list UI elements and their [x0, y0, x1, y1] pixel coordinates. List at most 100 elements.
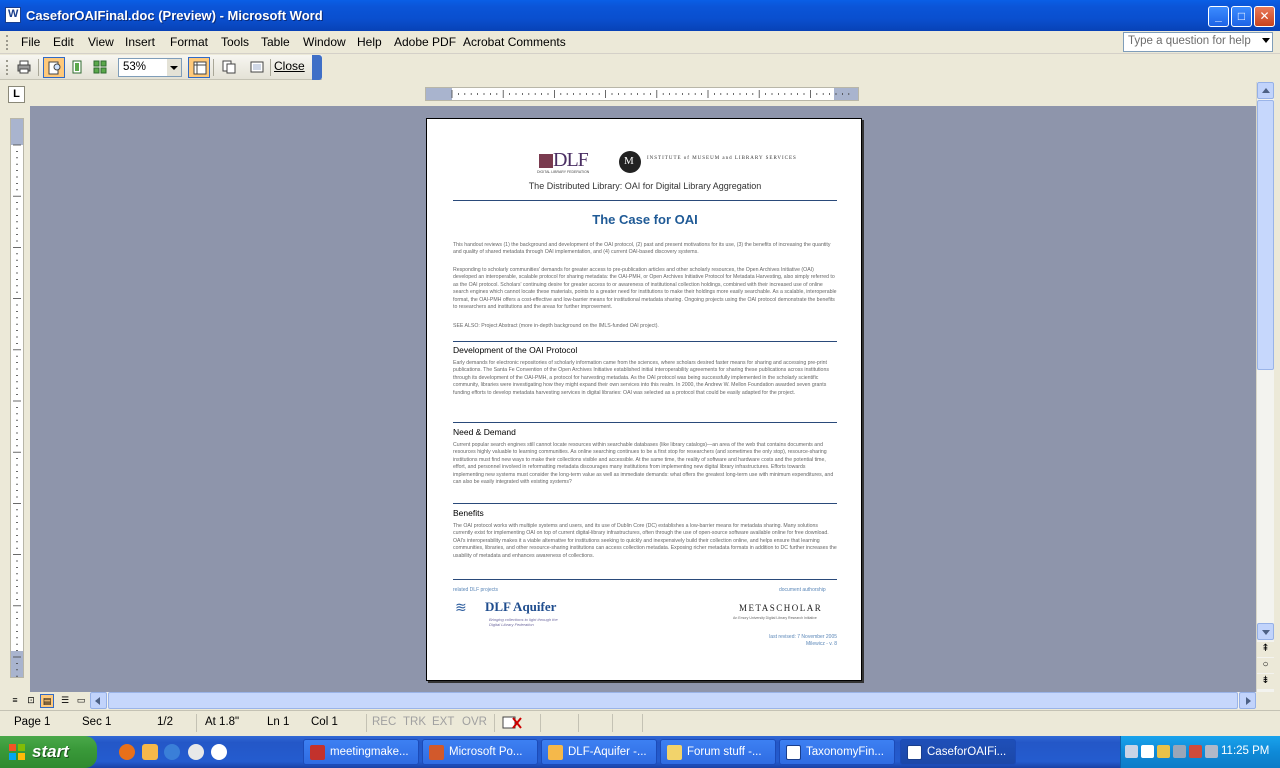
close-window-button[interactable]: ✕ [1254, 6, 1275, 27]
minimize-button[interactable]: _ [1208, 6, 1229, 27]
clock-app-icon[interactable] [142, 744, 158, 760]
status-column: Col 1 [311, 716, 338, 728]
related-projects-link[interactable]: related DLF projects [453, 587, 498, 593]
task-dlf-aquifer[interactable]: DLF-Aquifer -... [541, 739, 657, 765]
tray-icon[interactable] [1141, 745, 1154, 758]
close-preview-button[interactable]: Close [274, 59, 305, 73]
multiple-pages-button[interactable] [89, 57, 111, 78]
help-question-box[interactable]: Type a question for help [1123, 32, 1273, 52]
magnifier-button[interactable] [43, 57, 65, 78]
section-heading: Need & Demand [453, 427, 516, 437]
status-rec[interactable]: REC [372, 716, 396, 728]
aquifer-wave-icon: ≋ [455, 599, 467, 615]
status-ext[interactable]: EXT [432, 716, 454, 728]
view-ruler-button[interactable] [188, 57, 210, 78]
menu-acrobat-comments[interactable]: Acrobat Comments [463, 35, 566, 49]
menu-insert[interactable]: Insert [125, 35, 155, 49]
full-screen-icon [250, 61, 264, 73]
tab-selector[interactable]: L [8, 86, 25, 103]
ruler-ticks [451, 90, 850, 98]
spelling-status-icon[interactable] [502, 716, 522, 730]
print-button[interactable] [13, 57, 35, 78]
menu-view[interactable]: View [88, 35, 114, 49]
next-page-button[interactable]: ⇟ [1257, 674, 1274, 689]
dlf-logo-subtext: DIGITAL LIBRARY FEDERATION [537, 170, 590, 174]
toolbar-grip[interactable] [6, 60, 9, 75]
vertical-scrollbar[interactable]: ⇞ ○ ⇟ [1256, 82, 1274, 692]
clock-icon[interactable] [211, 744, 227, 760]
chevron-down-icon[interactable] [167, 59, 181, 76]
envelope-icon [667, 745, 682, 760]
start-button[interactable]: start [0, 736, 97, 768]
select-browse-object-button[interactable]: ○ [1257, 658, 1274, 673]
horizontal-ruler[interactable] [425, 87, 859, 101]
task-powerpoint[interactable]: Microsoft Po... [422, 739, 538, 765]
tray-icon[interactable] [1157, 745, 1170, 758]
menu-table[interactable]: Table [261, 35, 290, 49]
task-meetingmaker[interactable]: meetingmake... [303, 739, 419, 765]
horizontal-scroll-thumb[interactable] [108, 692, 1238, 709]
status-ovr[interactable]: OVR [462, 716, 487, 728]
scroll-down-button[interactable] [1257, 623, 1274, 640]
title-bar[interactable]: CaseforOAIFinal.doc (Preview) - Microsof… [0, 0, 1280, 31]
scroll-right-button[interactable] [1239, 692, 1256, 709]
menu-format[interactable]: Format [170, 35, 208, 49]
vertical-scroll-thumb[interactable] [1257, 100, 1274, 370]
section-paragraph: Early demands for electronic repositorie… [453, 360, 829, 396]
document-area[interactable]: DLF DIGITAL LIBRARY FEDERATION INSTITUTE… [30, 106, 1256, 692]
dlf-logo-mark [539, 154, 553, 168]
clock: 11:25 PM [1221, 745, 1270, 757]
chevron-down-icon[interactable] [1262, 38, 1270, 43]
zoom-combo[interactable]: 53% [118, 58, 182, 77]
menu-window[interactable]: Window [303, 35, 346, 49]
imls-logo [619, 151, 641, 173]
status-line: Ln 1 [267, 716, 290, 728]
scroll-up-button[interactable] [1257, 82, 1274, 99]
menu-edit[interactable]: Edit [53, 35, 74, 49]
outline-view-button[interactable]: ☰ [58, 694, 72, 708]
word-app-icon[interactable] [5, 7, 21, 23]
section-paragraph: The OAI protocol works with multiple sys… [453, 523, 837, 559]
menu-adobe-pdf[interactable]: Adobe PDF [394, 35, 456, 49]
document-page[interactable]: DLF DIGITAL LIBRARY FEDERATION INSTITUTE… [426, 118, 862, 681]
print-layout-button[interactable]: ▤ [40, 694, 54, 708]
browser-icon[interactable] [164, 744, 180, 760]
menu-tools[interactable]: Tools [221, 35, 249, 49]
status-separator [494, 714, 495, 732]
shrink-to-fit-icon [222, 60, 236, 74]
document-title: The Case for OAI [592, 212, 698, 227]
status-separator [578, 714, 579, 732]
intro-paragraph: Responding to scholarly communities' dem… [453, 267, 837, 311]
tray-icon[interactable] [1189, 745, 1202, 758]
help-question-placeholder: Type a question for help [1128, 35, 1251, 47]
menu-help[interactable]: Help [357, 35, 382, 49]
media-player-icon[interactable] [188, 744, 204, 760]
document-authorship-link[interactable]: document authorship [779, 587, 826, 593]
maximize-button[interactable]: □ [1231, 6, 1252, 27]
shrink-to-fit-button[interactable] [218, 57, 240, 78]
version-info: Milewicz - v. 8 [805, 641, 837, 647]
tray-icon[interactable] [1125, 745, 1138, 758]
task-caseforoai[interactable]: CaseforOAIFi... [900, 739, 1016, 765]
menu-file[interactable]: File [21, 35, 40, 49]
horizontal-scrollbar[interactable] [90, 692, 1256, 709]
one-page-button[interactable] [66, 57, 88, 78]
tray-icon[interactable] [1205, 745, 1218, 758]
task-forum-stuff[interactable]: Forum stuff -... [660, 739, 776, 765]
magnifier-icon [48, 61, 61, 75]
dlf-logo: DLF DIGITAL LIBRARY FEDERATION [537, 149, 597, 175]
previous-page-button[interactable]: ⇞ [1257, 642, 1274, 657]
toolbar-options-chevron[interactable] [312, 55, 322, 80]
task-taxonomy[interactable]: TaxonomyFin... [779, 739, 895, 765]
normal-view-button[interactable]: ≡ [8, 694, 22, 708]
firefox-icon[interactable] [119, 744, 135, 760]
status-trk[interactable]: TRK [403, 716, 426, 728]
web-layout-button[interactable]: ⊡ [24, 694, 38, 708]
scroll-left-button[interactable] [90, 692, 107, 709]
powerpoint-icon [429, 745, 444, 760]
full-screen-button[interactable] [246, 57, 268, 78]
menu-grip[interactable] [6, 35, 9, 50]
vertical-ruler[interactable] [10, 118, 24, 678]
reading-layout-button[interactable]: ▭ [74, 694, 88, 708]
tray-icon[interactable] [1173, 745, 1186, 758]
